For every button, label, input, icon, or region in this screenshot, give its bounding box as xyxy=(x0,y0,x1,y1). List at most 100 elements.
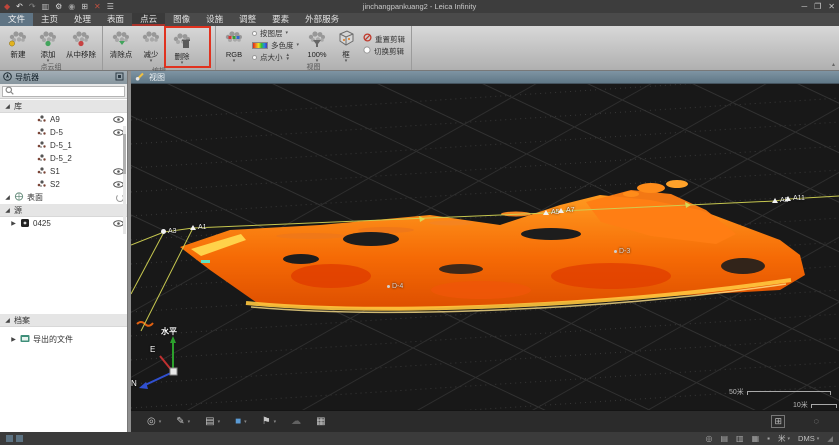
ribbon-tab-4[interactable]: 点云 xyxy=(132,13,165,26)
status-panel-icon-0[interactable]: ◎ xyxy=(706,434,713,443)
redo-icon[interactable]: ↷ xyxy=(29,0,36,13)
survey-point-A3[interactable]: A3 xyxy=(161,228,177,235)
tree-scrollbar[interactable] xyxy=(123,126,126,234)
collapsed-arrow-icon[interactable]: ▶ xyxy=(10,336,17,343)
ribbon-tab-5[interactable]: 图像 xyxy=(165,13,198,26)
multicolor-option[interactable]: 多色度▾ xyxy=(252,40,299,51)
unit-angle-selector[interactable]: DMS▾ xyxy=(798,434,819,443)
surface-icon xyxy=(14,192,24,203)
expand-arrow-icon[interactable]: ◢ xyxy=(4,103,11,110)
tree-item-2[interactable]: D-5 xyxy=(0,126,127,139)
grid-tool[interactable]: ▦ xyxy=(316,417,325,427)
ribbon-tab-8[interactable]: 要素 xyxy=(264,13,297,26)
survey-point-A1[interactable]: A1 xyxy=(190,224,207,231)
rgb-button[interactable]: RGB▾ xyxy=(219,27,249,63)
tree-item-6[interactable]: S2 xyxy=(0,178,127,191)
reduce-button[interactable]: 减少▾ xyxy=(136,27,166,67)
status-panel-icon-2[interactable]: ▥ xyxy=(736,434,744,443)
ribbon-collapse-icon[interactable]: ▴ xyxy=(832,61,835,68)
cloud-add-icon xyxy=(36,28,60,50)
cloud-tool[interactable]: ☁ xyxy=(291,417,301,427)
survey-point-D-3[interactable]: D-3 xyxy=(614,248,630,255)
pointcloud-icon xyxy=(36,114,47,125)
status-panel-icon-1[interactable]: ▤ xyxy=(720,434,728,443)
status-panel-icon-4[interactable]: ▪ xyxy=(767,434,770,443)
tree-item-7[interactable]: ◢表面 xyxy=(0,191,127,204)
tree-item-12[interactable]: ▶导出的文件 xyxy=(0,333,127,346)
expand-arrow-icon[interactable]: ◢ xyxy=(4,207,11,214)
search-input[interactable] xyxy=(16,87,122,96)
view-toolbar: ◎▾✎▾▤▾■▾⚑▾☁▦⊞◌ xyxy=(131,410,839,432)
toggle-clip-option[interactable]: 切换剪辑 xyxy=(363,46,405,57)
point-size-option[interactable]: 点大小▲▼ xyxy=(252,52,299,63)
delete-icon[interactable]: ▥ xyxy=(42,0,50,13)
ribbon-tab-7[interactable]: 调整 xyxy=(231,13,264,26)
app-logo-icon[interactable]: ◆ xyxy=(4,0,10,13)
visibility-eye-icon[interactable] xyxy=(113,116,124,123)
add-pointcloud-button[interactable]: 添加▾ xyxy=(33,27,63,63)
list-icon[interactable]: ☰ xyxy=(107,0,114,13)
new-pointcloud-button[interactable]: 新建 xyxy=(3,27,33,63)
pin-icon[interactable] xyxy=(115,72,124,83)
status-icon-1[interactable] xyxy=(6,435,13,442)
survey-point-D-4[interactable]: D-4 xyxy=(387,283,403,290)
point-marker-icon xyxy=(614,250,617,253)
close-button[interactable]: ✕ xyxy=(828,0,835,13)
flag-tool[interactable]: ⚑▾ xyxy=(262,417,276,427)
tree-item-1[interactable]: A9 xyxy=(0,113,127,126)
grid-icon[interactable]: ⊞ xyxy=(81,0,88,13)
remove-from-button[interactable]: 从中移除 xyxy=(63,27,99,63)
sync-view-button[interactable]: ◌ xyxy=(814,416,819,427)
add-view-button[interactable]: ⊞ xyxy=(771,415,785,428)
reset-clip-option-label: 重置剪辑 xyxy=(375,34,405,45)
ribbon-tab-3[interactable]: 表面 xyxy=(99,13,132,26)
tree-spacer xyxy=(0,230,127,314)
survey-point-A7[interactable]: A7 xyxy=(558,207,575,214)
clip-box-tool[interactable]: ■▾ xyxy=(235,417,247,427)
settings-icon[interactable]: ⚙ xyxy=(55,0,62,13)
axis-label-east: E xyxy=(150,345,155,354)
status-icon-2[interactable] xyxy=(16,435,23,442)
point-marker-icon xyxy=(190,225,196,230)
by-layer-option[interactable]: 按图层▾ xyxy=(252,28,299,39)
ribbon-tab-6[interactable]: 设施 xyxy=(198,13,231,26)
orbit-tool-icon: ◎ xyxy=(147,417,156,427)
orbit-tool[interactable]: ◎▾ xyxy=(147,417,161,427)
reset-clip-option[interactable]: 重置剪辑 xyxy=(363,33,405,45)
tree-item-4[interactable]: D-5_2 xyxy=(0,152,127,165)
flag-tool-icon: ⚑ xyxy=(262,417,271,427)
unit-length-selector[interactable]: 米▾ xyxy=(778,433,790,444)
quick-access-toolbar: ◆ ↶ ↷ ▥ ⚙ ◉ ⊞ ✕ ☰ xyxy=(4,0,114,13)
tree-section-0[interactable]: ◢库 xyxy=(0,100,127,113)
ribbon-tab-1[interactable]: 主页 xyxy=(33,13,66,26)
expand-arrow-icon[interactable]: ◢ xyxy=(4,317,11,324)
measure-tool[interactable]: ✎▾ xyxy=(176,417,190,427)
ribbon-tab-0[interactable]: 文件 xyxy=(0,13,33,26)
tree-item-3[interactable]: D-5_1 xyxy=(0,139,127,152)
view-cube-tool[interactable]: ▤▾ xyxy=(205,417,220,427)
chevron-down-icon: ▾ xyxy=(188,420,191,424)
3d-canvas[interactable]: A3A1A5A7A8A11D-3D-4 水平 E N 50米 10米 xyxy=(131,84,839,410)
survey-point-A11[interactable]: A11 xyxy=(785,195,805,202)
expanded-arrow-icon[interactable]: ◢ xyxy=(4,194,11,201)
tree-item-9[interactable]: ▶0425 xyxy=(0,217,127,230)
ribbon-tab-9[interactable]: 外部服务 xyxy=(297,13,347,26)
restore-button[interactable]: ❐ xyxy=(814,0,821,13)
box-button[interactable]: 框▾ xyxy=(332,27,360,63)
ribbon-tab-2[interactable]: 处理 xyxy=(66,13,99,26)
density-button[interactable]: 100%▾ xyxy=(302,27,332,63)
stepper-icon[interactable]: ▲▼ xyxy=(286,53,290,61)
tree-section-8[interactable]: ◢源 xyxy=(0,204,127,217)
clear-points-button[interactable]: 清除点 xyxy=(106,27,136,67)
clear-points-button-label: 清除点 xyxy=(110,50,133,59)
close-red-icon[interactable]: ✕ xyxy=(94,0,101,13)
point-marker-icon xyxy=(785,196,791,201)
capture-icon[interactable]: ◉ xyxy=(68,0,75,13)
tree-section-11[interactable]: ◢档案 xyxy=(0,314,127,327)
status-panel-icon-3[interactable]: ▦ xyxy=(752,434,760,443)
minimize-button[interactable]: ─ xyxy=(801,0,807,13)
tree-item-5[interactable]: S1 xyxy=(0,165,127,178)
undo-icon[interactable]: ↶ xyxy=(16,0,23,13)
delete-button[interactable]: 删除▾ xyxy=(167,29,197,65)
collapsed-arrow-icon[interactable]: ▶ xyxy=(10,220,17,227)
